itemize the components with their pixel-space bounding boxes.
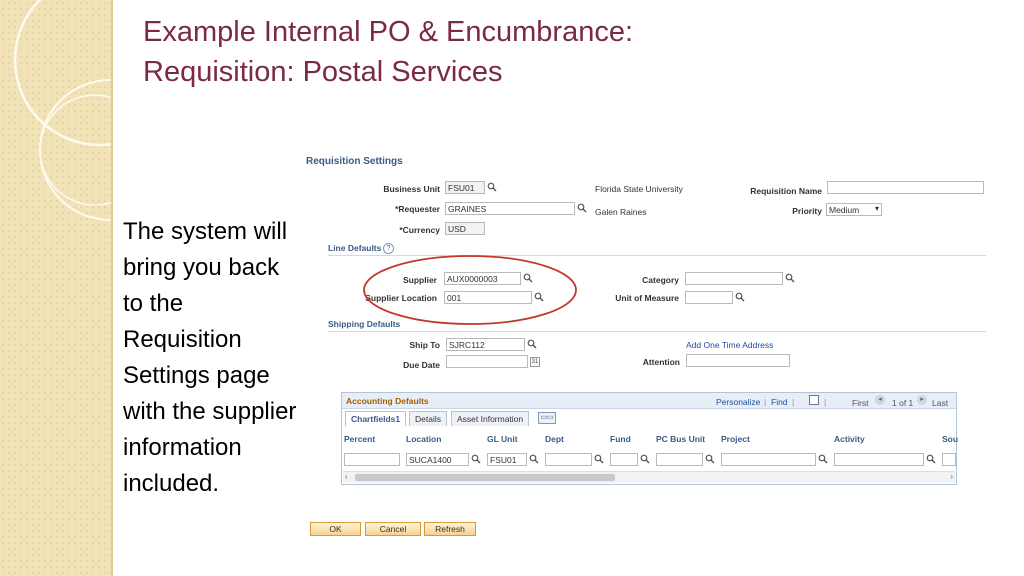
separator: | — [792, 397, 795, 407]
explanation-text: The system will bring you back to the Re… — [123, 218, 297, 497]
spreadsheet-icon[interactable] — [809, 395, 819, 405]
category-label: Category — [642, 275, 679, 285]
requisition-settings-heading: Requisition Settings — [306, 156, 403, 167]
decorative-side-band — [0, 0, 113, 576]
find-link[interactable]: Find — [771, 397, 788, 407]
accounting-defaults-grid: Accounting Defaults Personalize | Find |… — [341, 392, 959, 485]
pc-bus-unit-field[interactable] — [656, 453, 703, 466]
unit-of-measure-label: Unit of Measure — [615, 293, 679, 303]
last-arrow-icon[interactable]: ▸ — [917, 395, 927, 405]
refresh-button[interactable]: Refresh — [424, 522, 476, 536]
priority-value: Medium — [829, 205, 860, 215]
magnifier-icon[interactable] — [785, 273, 795, 283]
priority-select[interactable]: Medium ▾ — [826, 203, 882, 216]
first-arrow-icon[interactable]: ◂ — [875, 395, 885, 405]
row-range: 1 of 1 — [892, 398, 914, 408]
highlight-ellipse — [363, 255, 577, 325]
tab-details[interactable]: Details — [409, 411, 447, 426]
tab-chartfields1[interactable]: Chartfields1 — [345, 411, 407, 426]
requester-description: Galen Raines — [595, 207, 647, 217]
ok-button[interactable]: OK — [310, 522, 361, 536]
column-header-location: Location — [406, 434, 442, 444]
currency-label: *Currency — [399, 225, 440, 235]
magnifier-icon[interactable] — [818, 454, 828, 464]
first-label[interactable]: First — [852, 398, 869, 408]
requester-label: *Requester — [395, 204, 440, 214]
business-unit-label: Business Unit — [383, 184, 440, 194]
scroll-right-icon[interactable]: › — [950, 472, 953, 481]
category-field[interactable] — [685, 272, 783, 285]
magnifier-icon[interactable] — [471, 454, 481, 464]
business-unit-description: Florida State University — [595, 184, 683, 194]
accounting-defaults-heading: Accounting Defaults — [346, 396, 429, 406]
shipping-defaults-heading: Shipping Defaults — [328, 319, 401, 329]
magnifier-icon[interactable] — [577, 203, 587, 213]
grid-header: Accounting Defaults Personalize | Find |… — [342, 393, 956, 409]
magnifier-icon[interactable] — [735, 292, 745, 302]
separator: | — [824, 397, 827, 407]
magnifier-icon[interactable] — [640, 454, 650, 464]
due-date-label: Due Date — [403, 360, 440, 370]
activity-field[interactable] — [834, 453, 924, 466]
add-one-time-address-link[interactable]: Add One Time Address — [686, 340, 773, 350]
gl-unit-field[interactable]: FSU01 — [487, 453, 527, 466]
show-all-columns-icon[interactable]: ▭▭ — [538, 412, 556, 424]
fund-field[interactable] — [610, 453, 638, 466]
slide-title-line1: Example Internal PO & Encumbrance: — [143, 16, 634, 48]
scroll-left-icon[interactable]: ‹ — [345, 472, 348, 481]
horizontal-scrollbar[interactable]: ‹ › — [343, 471, 955, 483]
unit-of-measure-field[interactable] — [685, 291, 733, 304]
magnifier-icon[interactable] — [527, 339, 537, 349]
separator: | — [764, 397, 767, 407]
priority-label: Priority — [792, 206, 822, 216]
attention-field[interactable] — [686, 354, 790, 367]
magnifier-icon[interactable] — [926, 454, 936, 464]
decorative-swirls — [13, 0, 111, 221]
chevron-down-icon: ▾ — [874, 204, 879, 213]
personalize-link[interactable]: Personalize — [716, 397, 760, 407]
last-label[interactable]: Last — [932, 398, 948, 408]
requisition-name-field[interactable] — [827, 181, 984, 194]
calendar-icon[interactable]: 31 — [530, 357, 540, 367]
due-date-field[interactable] — [446, 355, 528, 368]
attention-label: Attention — [642, 357, 680, 367]
column-header-pc-bus-unit: PC Bus Unit — [656, 434, 706, 444]
ship-to-field[interactable]: SJRC112 — [446, 338, 525, 351]
requester-field[interactable]: GRAINES — [445, 202, 575, 215]
business-unit-field[interactable]: FSU01 — [445, 181, 485, 194]
source-field[interactable] — [942, 453, 956, 466]
location-field[interactable]: SUCA1400 — [406, 453, 469, 466]
scrollbar-thumb[interactable] — [355, 474, 615, 481]
cancel-button[interactable]: Cancel — [365, 522, 421, 536]
slide-title-line2: Requisition: Postal Services — [143, 56, 503, 88]
magnifier-icon[interactable] — [594, 454, 604, 464]
magnifier-icon[interactable] — [487, 182, 497, 192]
column-header-project: Project — [721, 434, 750, 444]
column-header-gl-unit: GL Unit — [487, 434, 518, 444]
requisition-name-label: Requisition Name — [750, 186, 822, 196]
divider — [328, 331, 986, 332]
tab-asset-information[interactable]: Asset Information — [451, 411, 530, 426]
currency-field[interactable]: USD — [445, 222, 485, 235]
percent-field[interactable] — [344, 453, 400, 466]
project-field[interactable] — [721, 453, 816, 466]
column-header-activity: Activity — [834, 434, 865, 444]
magnifier-icon[interactable] — [705, 454, 715, 464]
column-header-dept: Dept — [545, 434, 564, 444]
ship-to-label: Ship To — [409, 340, 440, 350]
magnifier-icon[interactable] — [529, 454, 539, 464]
column-header-source: Sou — [942, 434, 959, 444]
column-header-fund: Fund — [610, 434, 631, 444]
dept-field[interactable] — [545, 453, 592, 466]
column-header-percent: Percent — [344, 434, 376, 444]
